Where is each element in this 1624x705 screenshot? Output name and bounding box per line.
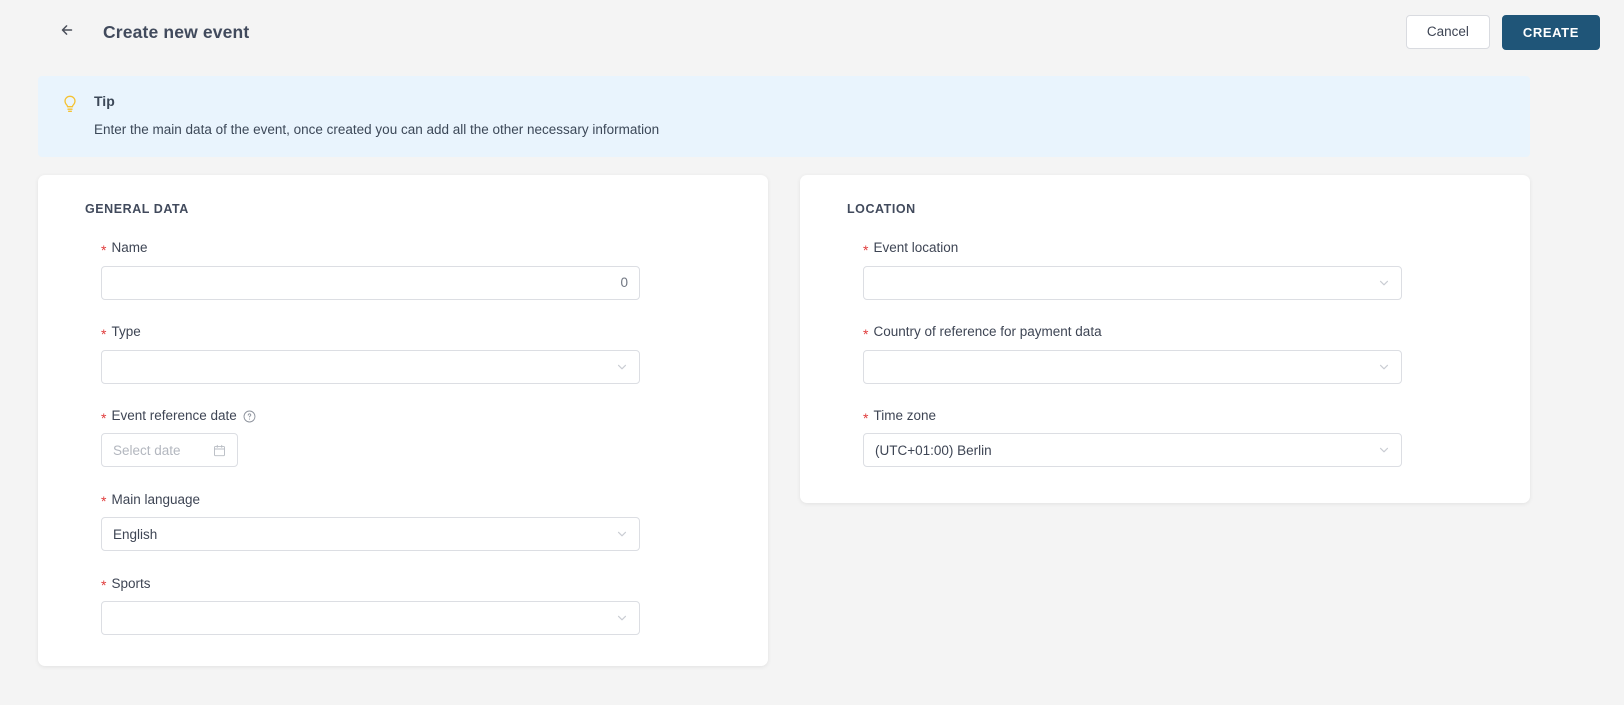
field-time-zone: * Time zone (UTC+01:00) Berlin [824,408,1506,468]
chevron-down-icon [1378,361,1390,373]
field-label-text: Country of reference for payment data [873,324,1102,340]
time-zone-select[interactable]: (UTC+01:00) Berlin [863,433,1402,468]
lightbulb-icon [60,94,80,114]
field-name: * Name 0 [62,240,744,300]
page-title: Create new event [103,21,250,42]
chevron-down-icon [1378,444,1390,456]
required-asterisk: * [101,242,107,259]
tip-banner: Tip Enter the main data of the event, on… [38,76,1530,158]
field-name-label: * Name [101,240,744,259]
required-asterisk: * [101,325,107,342]
required-asterisk: * [101,493,107,510]
chevron-down-icon [1378,277,1390,289]
event-reference-date-value: Select date [113,442,181,458]
event-reference-date-picker[interactable]: Select date [101,433,238,468]
main-language-select[interactable]: English [101,517,640,552]
field-country-payment-label: * Country of reference for payment data [863,324,1506,342]
required-asterisk: * [863,242,869,259]
time-zone-select-value: (UTC+01:00) Berlin [875,442,992,458]
arrow-left-icon [58,20,78,45]
header-actions: Cancel CREATE [1405,14,1600,50]
sports-select[interactable] [101,601,640,636]
field-sports: * Sports [62,575,744,636]
general-data-card: GENERAL DATA * Name 0 * Type * Event ref… [38,175,768,667]
field-sports-label: * Sports [101,575,744,594]
cancel-button[interactable]: Cancel [1405,15,1490,49]
tip-texts: Tip Enter the main data of the event, on… [94,93,659,138]
field-event-location: * Event location [824,240,1506,300]
field-label-text: Sports [111,575,151,591]
field-label-text: Main language [111,491,201,507]
field-label-text: Event location [873,240,959,256]
general-data-heading: GENERAL DATA [85,202,189,217]
location-card: LOCATION * Event location * Country of r… [800,175,1530,504]
required-asterisk: * [863,409,869,426]
field-main-language: * Main language English [62,491,744,552]
event-location-select[interactable] [863,265,1402,300]
required-asterisk: * [101,577,107,594]
field-type-label: * Type [101,324,744,342]
name-character-counter: 0 [620,275,628,291]
chevron-down-icon [616,361,628,373]
tip-title: Tip [94,93,115,109]
question-circle-icon[interactable] [243,410,256,423]
field-type: * Type [62,324,744,384]
location-heading: LOCATION [847,202,916,217]
required-asterisk: * [863,325,869,342]
field-time-zone-label: * Time zone [863,407,1506,426]
name-input[interactable]: 0 [101,265,640,300]
create-button[interactable]: CREATE [1501,14,1600,50]
country-payment-select[interactable] [863,349,1402,384]
field-country-payment: * Country of reference for payment data [824,324,1506,384]
required-asterisk: * [101,409,107,426]
page-header: Create new event Cancel CREATE [0,0,1624,64]
field-label-text: Event reference date [111,407,237,423]
chevron-down-icon [616,528,628,540]
back-button[interactable] [55,19,81,45]
field-event-reference-date-label: * Event reference date [101,407,744,426]
main-language-select-value: English [113,526,158,542]
field-label-text: Time zone [873,407,936,423]
chevron-down-icon [616,612,628,624]
field-event-reference-date: * Event reference date Select date [62,408,744,468]
field-event-location-label: * Event location [863,240,1506,259]
type-select[interactable] [101,349,640,384]
field-label-text: Name [111,240,148,256]
field-label-text: Type [111,324,141,340]
form-cards: GENERAL DATA * Name 0 * Type * Event ref… [38,175,1530,667]
calendar-icon [213,444,226,457]
field-main-language-label: * Main language [101,491,744,510]
tip-description: Enter the main data of the event, once c… [94,121,660,137]
